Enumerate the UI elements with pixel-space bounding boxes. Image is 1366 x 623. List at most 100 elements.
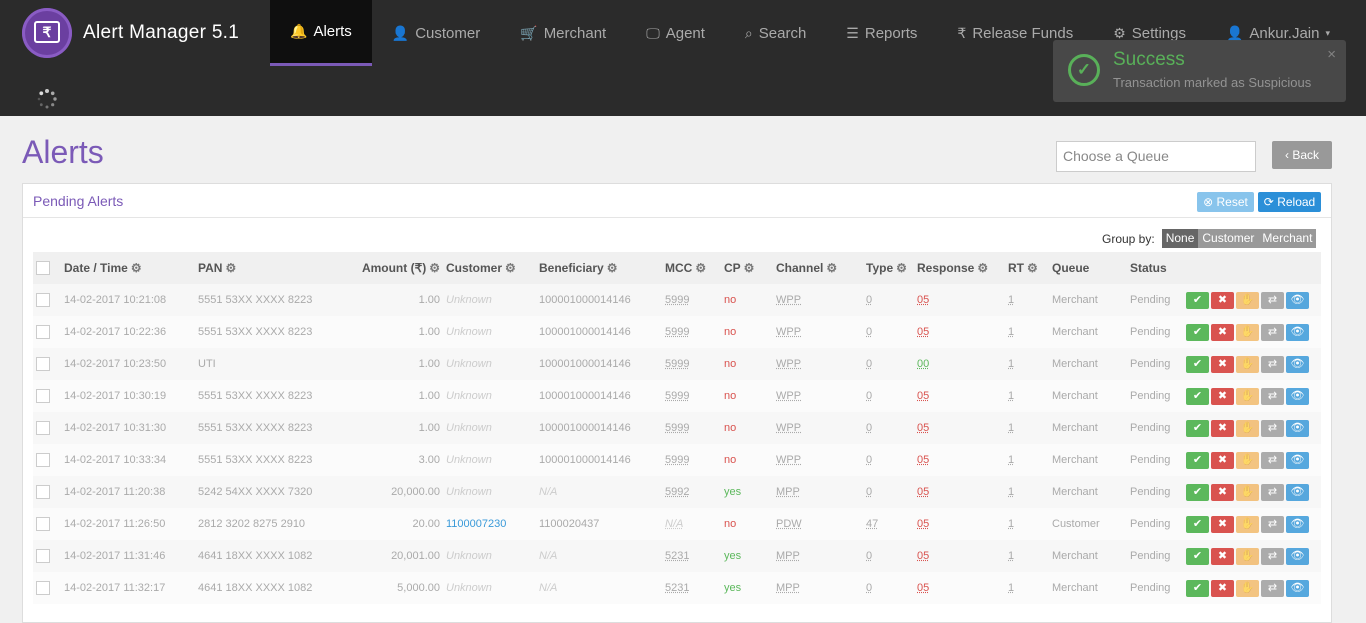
approve-button[interactable]: ✔ <box>1186 547 1209 565</box>
type-cell[interactable]: 0 <box>863 316 914 348</box>
app-logo[interactable]: ₹ <box>22 8 72 58</box>
type-cell[interactable]: 0 <box>863 476 914 508</box>
view-button[interactable]: 👁 <box>1286 515 1309 533</box>
table-row[interactable]: 14-02-2017 11:26:50 2812 3202 8275 2910 20… <box>33 508 1321 540</box>
type-cell[interactable]: 0 <box>863 444 914 476</box>
flag-button[interactable]: ✋ <box>1236 515 1259 533</box>
transfer-button[interactable]: ⇄ <box>1261 355 1284 373</box>
column-header[interactable]: Status <box>1127 252 1183 284</box>
reject-button[interactable]: ✖ <box>1211 579 1234 597</box>
flag-button[interactable]: ✋ <box>1236 579 1259 597</box>
nav-agent[interactable]: 🖵 Agent <box>626 0 725 66</box>
reject-button[interactable]: ✖ <box>1211 419 1234 437</box>
type-cell[interactable]: 0 <box>863 284 914 316</box>
approve-button[interactable]: ✔ <box>1186 451 1209 469</box>
rt-cell[interactable]: 1 <box>1005 284 1049 316</box>
flag-button[interactable]: ✋ <box>1236 483 1259 501</box>
flag-button[interactable]: ✋ <box>1236 547 1259 565</box>
channel-cell[interactable]: MPP <box>773 476 863 508</box>
column-header[interactable]: Customer ⚙ <box>443 252 536 284</box>
nav-search[interactable]: ⌕ Search <box>725 0 826 66</box>
column-header[interactable]: CP ⚙ <box>721 252 773 284</box>
queue-select[interactable]: Choose a Queue <box>1056 141 1256 172</box>
row-checkbox[interactable] <box>36 357 50 371</box>
mcc-cell[interactable]: 5999 <box>662 348 721 380</box>
gear-icon[interactable]: ⚙ <box>607 261 618 275</box>
table-row[interactable]: 14-02-2017 11:32:17 4641 18XX XXXX 1082 5,… <box>33 572 1321 604</box>
customer-cell[interactable]: 1100007230 <box>443 508 536 540</box>
rt-cell[interactable]: 1 <box>1005 348 1049 380</box>
approve-button[interactable]: ✔ <box>1186 323 1209 341</box>
flag-button[interactable]: ✋ <box>1236 355 1259 373</box>
approve-button[interactable]: ✔ <box>1186 419 1209 437</box>
reject-button[interactable]: ✖ <box>1211 451 1234 469</box>
row-checkbox[interactable] <box>36 517 50 531</box>
table-row[interactable]: 14-02-2017 10:22:36 5551 53XX XXXX 8223 1.… <box>33 316 1321 348</box>
transfer-button[interactable]: ⇄ <box>1261 547 1284 565</box>
gear-icon[interactable]: ⚙ <box>826 261 837 275</box>
rt-cell[interactable]: 1 <box>1005 444 1049 476</box>
column-header[interactable]: Date / Time ⚙ <box>61 252 195 284</box>
response-cell[interactable]: 05 <box>914 316 1005 348</box>
reject-button[interactable]: ✖ <box>1211 515 1234 533</box>
approve-button[interactable]: ✔ <box>1186 579 1209 597</box>
rt-cell[interactable]: 1 <box>1005 412 1049 444</box>
response-cell[interactable]: 05 <box>914 412 1005 444</box>
transfer-button[interactable]: ⇄ <box>1261 483 1284 501</box>
gear-icon[interactable]: ⚙ <box>896 261 907 275</box>
row-checkbox[interactable] <box>36 293 50 307</box>
gear-icon[interactable]: ⚙ <box>977 261 988 275</box>
transfer-button[interactable]: ⇄ <box>1261 451 1284 469</box>
mcc-cell[interactable]: 5231 <box>662 572 721 604</box>
gear-icon[interactable]: ⚙ <box>131 261 142 275</box>
view-button[interactable]: 👁 <box>1286 483 1309 501</box>
table-row[interactable]: 14-02-2017 11:20:38 5242 54XX XXXX 7320 20… <box>33 476 1321 508</box>
reject-button[interactable]: ✖ <box>1211 547 1234 565</box>
row-checkbox[interactable] <box>36 421 50 435</box>
approve-button[interactable]: ✔ <box>1186 483 1209 501</box>
column-header[interactable]: Beneficiary ⚙ <box>536 252 662 284</box>
transfer-button[interactable]: ⇄ <box>1261 579 1284 597</box>
nav-reports[interactable]: ☰ Reports <box>826 0 937 66</box>
view-button[interactable]: 👁 <box>1286 419 1309 437</box>
rt-cell[interactable]: 1 <box>1005 508 1049 540</box>
transfer-button[interactable]: ⇄ <box>1261 419 1284 437</box>
flag-button[interactable]: ✋ <box>1236 387 1259 405</box>
column-header[interactable]: Amount (₹) ⚙ <box>333 252 443 284</box>
gear-icon[interactable]: ⚙ <box>225 261 236 275</box>
mcc-cell[interactable]: 5999 <box>662 316 721 348</box>
channel-cell[interactable]: PDW <box>773 508 863 540</box>
transfer-button[interactable]: ⇄ <box>1261 515 1284 533</box>
rt-cell[interactable]: 1 <box>1005 476 1049 508</box>
select-all-checkbox[interactable] <box>36 261 50 276</box>
mcc-cell[interactable]: 5992 <box>662 476 721 508</box>
column-header[interactable]: Channel ⚙ <box>773 252 863 284</box>
view-button[interactable]: 👁 <box>1286 355 1309 373</box>
transfer-button[interactable]: ⇄ <box>1261 323 1284 341</box>
row-checkbox[interactable] <box>36 549 50 563</box>
row-checkbox[interactable] <box>36 325 50 339</box>
channel-cell[interactable]: WPP <box>773 412 863 444</box>
gear-icon[interactable]: ⚙ <box>429 261 440 275</box>
rt-cell[interactable]: 1 <box>1005 572 1049 604</box>
response-cell[interactable]: 05 <box>914 444 1005 476</box>
channel-cell[interactable]: WPP <box>773 348 863 380</box>
view-button[interactable]: 👁 <box>1286 547 1309 565</box>
column-header[interactable]: Type ⚙ <box>863 252 914 284</box>
gear-icon[interactable]: ⚙ <box>505 261 516 275</box>
response-cell[interactable]: 00 <box>914 348 1005 380</box>
reload-button[interactable]: ⟳ Reload <box>1258 192 1321 212</box>
response-cell[interactable]: 05 <box>914 540 1005 572</box>
row-checkbox[interactable] <box>36 485 50 499</box>
gear-icon[interactable]: ⚙ <box>1027 261 1038 275</box>
reject-button[interactable]: ✖ <box>1211 483 1234 501</box>
type-cell[interactable]: 0 <box>863 540 914 572</box>
mcc-cell[interactable]: 5999 <box>662 412 721 444</box>
approve-button[interactable]: ✔ <box>1186 355 1209 373</box>
mcc-cell[interactable]: 5999 <box>662 444 721 476</box>
reject-button[interactable]: ✖ <box>1211 387 1234 405</box>
reject-button[interactable]: ✖ <box>1211 291 1234 309</box>
channel-cell[interactable]: MPP <box>773 540 863 572</box>
response-cell[interactable]: 05 <box>914 572 1005 604</box>
column-header[interactable]: MCC ⚙ <box>662 252 721 284</box>
